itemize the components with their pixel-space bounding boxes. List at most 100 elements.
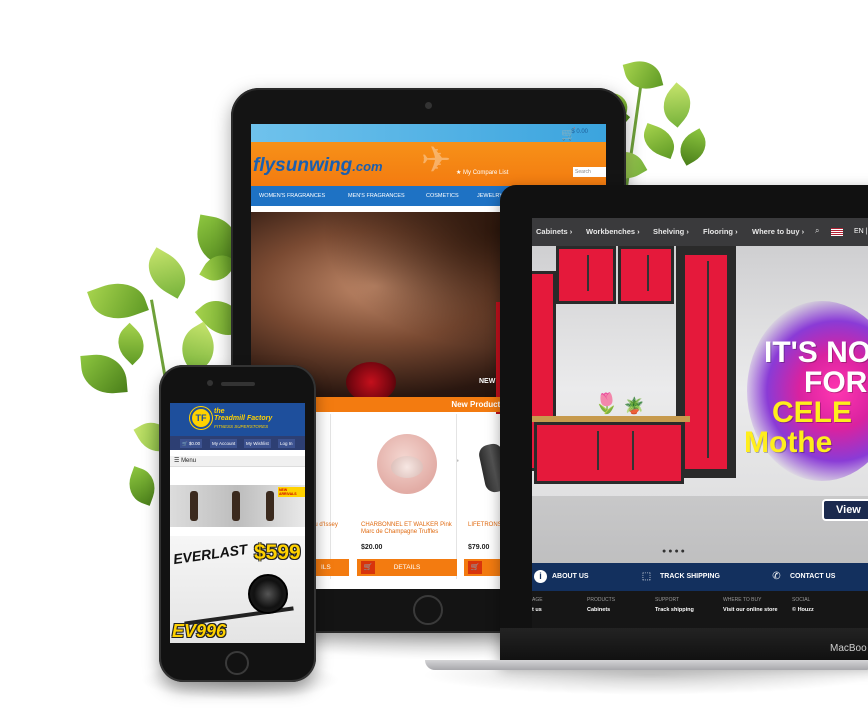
houzz-nav: Cabinets › Workbenches › Shelving › Floo… — [532, 218, 868, 246]
wall-cabinet — [618, 246, 674, 304]
nav-shelving[interactable]: Shelving › — [653, 218, 689, 246]
footer-link[interactable]: Cabinets — [587, 607, 610, 613]
hero-line: CELE — [772, 396, 853, 429]
runner-figure — [190, 491, 198, 521]
info-icon: i — [534, 570, 547, 583]
runner-figure — [266, 491, 274, 521]
laptop-base — [425, 660, 868, 670]
cart-icon: 🛒 — [361, 561, 375, 574]
wall-cabinet — [556, 246, 616, 304]
tall-locker-door — [682, 252, 730, 472]
treadmill-factory-header: TF the Treadmill Factory FITNESS SUPERSTO… — [170, 403, 305, 436]
login-button[interactable]: Log In — [278, 439, 295, 448]
search-input[interactable]: Search — [573, 167, 606, 177]
nav-where-to-buy[interactable]: Where to buy › — [752, 218, 804, 246]
hero-new-badge: NEW — [479, 378, 496, 385]
cabinet-seam — [647, 255, 649, 292]
shipping-box-icon: ⬚ — [641, 571, 652, 582]
nav-womens-fragrances[interactable]: WOMEN'S FRAGRANCES — [259, 186, 325, 206]
tablet-camera — [425, 102, 432, 109]
footer-link[interactable]: Track shipping — [655, 607, 694, 613]
nav-cosmetics[interactable]: COSMETICS — [426, 186, 459, 206]
footer-heading: PRODUCTS — [587, 597, 616, 603]
brand-logo: EVERLAST — [172, 540, 249, 568]
cart-button[interactable]: 🛒 $0.00 — [180, 439, 203, 448]
hero-line: Mothe — [744, 426, 833, 459]
flower-pot-icon: 🪴 — [624, 398, 644, 415]
flower-pot-icon: 🌷 — [594, 393, 619, 415]
phone-speaker — [221, 382, 255, 386]
logo-subtitle: FITNESS SUPERSTORES — [214, 424, 269, 429]
logo-text: the Treadmill Factory — [214, 408, 272, 422]
flysunwing-logo[interactable]: flysunwing.com — [253, 155, 383, 177]
flysunwing-header: 🛒 $ 0.00 ✈ flysunwing.com ★ My Compare L… — [251, 124, 606, 186]
logo-line: the — [214, 408, 225, 415]
contact-us-link[interactable]: CONTACT US — [790, 563, 835, 591]
us-flag-icon[interactable] — [831, 228, 843, 236]
product-price: $79.00 — [468, 544, 490, 551]
rose-image — [346, 362, 396, 402]
truffle-box-lid — [391, 456, 423, 478]
phone-icon: ✆ — [772, 571, 781, 582]
nav-mens-fragrances[interactable]: MEN'S FRAGRANCES — [348, 186, 405, 206]
rower-flywheel — [248, 574, 288, 614]
hero-headline: IT'S NO FOR CELE Mothe — [744, 336, 868, 458]
cart-icon: 🛒 — [468, 561, 482, 574]
cabinet-seam — [632, 431, 634, 471]
laptop-bezel — [500, 628, 868, 660]
cabinet-seam — [587, 255, 589, 292]
product-name[interactable]: CHARBONNEL ET WALKER Pink Marc de Champa… — [361, 522, 461, 536]
cabinet-seam — [597, 431, 599, 471]
footer-heading: SOCIAL — [792, 597, 811, 603]
carousel-dots[interactable]: ●●●● — [662, 548, 687, 555]
macbook-label: MacBoo — [830, 643, 867, 654]
about-us-link[interactable]: ABOUT US — [552, 563, 589, 591]
base-cabinet — [534, 422, 684, 484]
info-bar: i ABOUT US ⬚ TRACK SHIPPING ✆ CONTACT US — [532, 563, 868, 591]
site-footer: AGE PRODUCTS SUPPORT WHERE TO BUY SOCIAL… — [532, 591, 868, 628]
footer-heading: WHERE TO BUY — [723, 597, 762, 603]
language-selector[interactable]: EN | — [854, 218, 868, 246]
hamburger-icon: ☰ — [174, 458, 180, 464]
truffle-box-image — [377, 434, 437, 494]
nav-cabinets[interactable]: Cabinets › — [536, 218, 572, 246]
cart-total[interactable]: $ 0.00 — [571, 129, 588, 135]
model-name: EV996 — [172, 621, 227, 641]
hero-banner[interactable]: 🌷 🪴 IT'S NO FOR CELE Mothe View — [532, 246, 868, 563]
footer-heading: SUPPORT — [655, 597, 680, 603]
hero-line: IT'S NO — [764, 336, 868, 369]
nav-workbenches[interactable]: Workbenches › — [586, 218, 640, 246]
footer-link[interactable]: © Houzz — [792, 607, 814, 613]
treadmill-factory-logo[interactable]: TF — [190, 407, 212, 429]
nav-flooring[interactable]: Flooring › — [703, 218, 738, 246]
menu-toggle[interactable]: ☰ Menu — [170, 456, 305, 467]
cabinet-seam — [707, 261, 709, 458]
product-price: $20.00 — [361, 544, 383, 551]
promo-tag: NEW ARRIVALS — [278, 487, 305, 497]
my-wishlist-button[interactable]: My Wishlist — [244, 439, 271, 448]
phone-home-button[interactable] — [225, 651, 249, 675]
product-promo[interactable]: EVERLAST $599 EV996 — [170, 536, 305, 643]
compare-link[interactable]: ★ My Compare List — [456, 169, 508, 176]
product-card[interactable]: CHARBONNEL ET WALKER Pink Marc de Champa… — [357, 414, 457, 579]
search-icon[interactable]: ⌕ — [815, 226, 819, 236]
my-account-button[interactable]: My Account — [210, 439, 238, 448]
details-button[interactable]: 🛒 DETAILS — [357, 559, 457, 576]
footer-link[interactable]: Visit our online store — [723, 607, 778, 613]
phone-camera — [207, 380, 213, 386]
plane-icon: ✈ — [421, 139, 452, 180]
promo-price: $599 — [254, 541, 301, 564]
nav-jewelry[interactable]: JEWELRY — [477, 186, 503, 206]
account-bar: 🛒 $0.00 My Account My Wishlist Log In — [170, 436, 305, 450]
promo-banner[interactable]: NEW ARRIVALS — [170, 485, 305, 527]
view-button[interactable]: View — [822, 499, 868, 521]
laptop-screen: Cabinets › Workbenches › Shelving › Floo… — [532, 218, 868, 628]
logo-line: Treadmill Factory — [214, 415, 273, 422]
tablet-home-button[interactable] — [413, 595, 443, 625]
runner-figure — [232, 491, 240, 521]
hero-line: FOR — [804, 366, 868, 399]
menu-label: Menu — [181, 458, 197, 464]
footer-link[interactable]: t us — [532, 607, 542, 613]
track-shipping-link[interactable]: TRACK SHIPPING — [660, 563, 720, 591]
footer-heading: AGE — [532, 597, 543, 603]
